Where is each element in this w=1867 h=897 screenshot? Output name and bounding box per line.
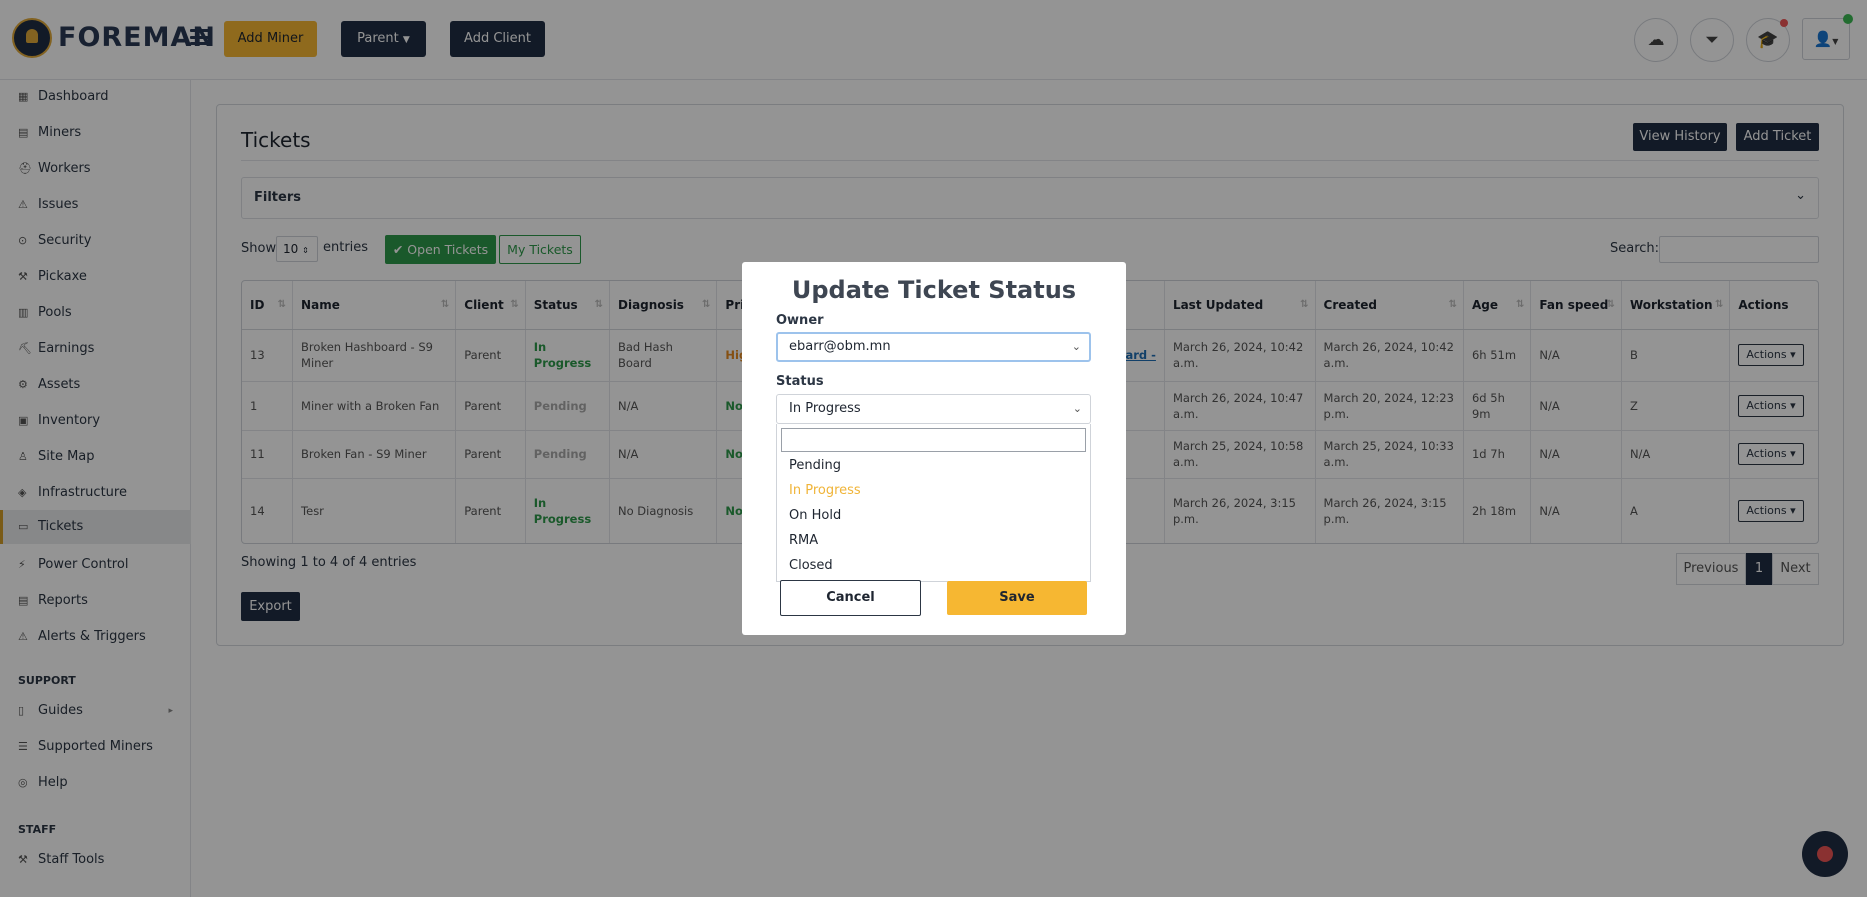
update-ticket-status-modal: Update Ticket Status Owner ebarr@obm.mn ⌄… xyxy=(742,262,1126,635)
status-option-in-progress[interactable]: In Progress xyxy=(789,483,861,498)
owner-value: ebarr@obm.mn xyxy=(789,339,891,354)
status-select[interactable]: In Progress ⌄ xyxy=(776,394,1091,424)
status-search-input[interactable] xyxy=(781,428,1086,452)
owner-select[interactable]: ebarr@obm.mn ⌄ xyxy=(776,332,1091,362)
chevron-down-icon: ⌄ xyxy=(1071,340,1081,353)
status-option-on-hold[interactable]: On Hold xyxy=(789,508,841,523)
status-label: Status xyxy=(776,374,824,389)
status-option-pending[interactable]: Pending xyxy=(789,458,841,473)
status-option-closed[interactable]: Closed xyxy=(789,558,833,573)
chevron-down-icon: ⌄ xyxy=(1072,402,1082,415)
cancel-button[interactable]: Cancel xyxy=(780,580,921,616)
save-button[interactable]: Save xyxy=(947,581,1087,615)
status-value: In Progress xyxy=(789,401,861,416)
status-dropdown-list: Pending In Progress On Hold RMA Closed xyxy=(776,424,1091,582)
status-option-rma[interactable]: RMA xyxy=(789,533,818,548)
modal-title: Update Ticket Status xyxy=(791,276,1077,304)
owner-label: Owner xyxy=(776,313,824,328)
